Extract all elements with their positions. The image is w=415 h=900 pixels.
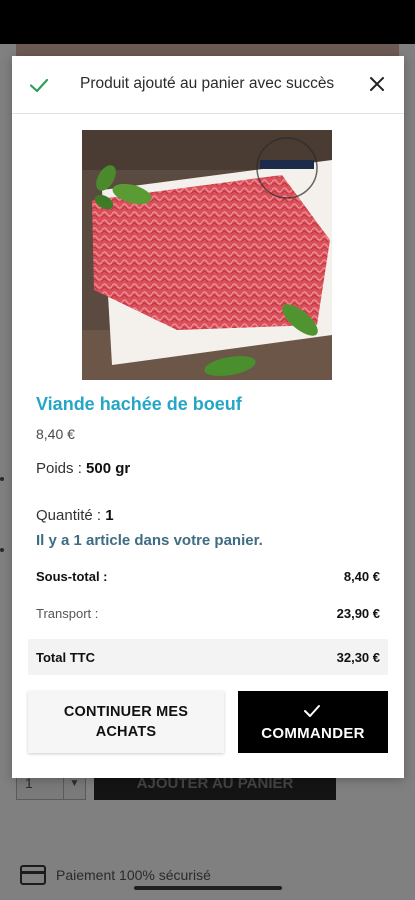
quantity-label: Quantité : <box>36 507 106 524</box>
status-bar <box>0 0 415 44</box>
continue-label-line1: CONTINUER MES <box>63 704 189 720</box>
product-weight: Poids : 500 gr <box>36 460 130 477</box>
quantity-value: 1 <box>105 507 114 524</box>
subtotal-value: 8,40 € <box>343 568 380 584</box>
continue-label-line2: ACHATS <box>95 724 157 740</box>
shipping-row: Transport : 23,90 € <box>28 595 388 631</box>
total-label: Total TTC <box>36 649 95 665</box>
product-price: 8,40 € <box>36 426 75 442</box>
add-to-cart-modal: Produit ajouté au panier avec succès Via… <box>12 56 404 778</box>
checkout-label: COMMANDER <box>261 725 365 742</box>
weight-label: Poids : <box>36 460 87 477</box>
home-indicator <box>134 886 282 890</box>
check-icon <box>29 78 49 93</box>
secure-payment-note: Paiement 100% sécurisé <box>20 862 211 888</box>
subtotal-row: Sous-total : 8,40 € <box>28 558 388 594</box>
weight-value: 500 gr <box>86 460 131 477</box>
background-bullet <box>0 548 4 552</box>
total-value: 32,30 € <box>336 649 380 665</box>
total-row: Total TTC 32,30 € <box>28 639 388 675</box>
subtotal-label: Sous-total : <box>36 568 108 584</box>
product-name: Viande hachée de boeuf <box>36 394 242 414</box>
close-icon[interactable] <box>366 73 388 95</box>
product-quantity: Quantité : 1 <box>36 507 114 524</box>
cart-item-count: Il y a 1 article dans votre panier. <box>36 532 263 549</box>
secure-payment-text: Paiement 100% sécurisé <box>56 867 211 883</box>
modal-header: Produit ajouté au panier avec succès <box>12 56 404 114</box>
success-message: Produit ajouté au panier avec succès <box>80 75 335 92</box>
shipping-label: Transport : <box>36 605 99 621</box>
check-icon <box>304 705 320 717</box>
continue-shopping-button[interactable]: CONTINUER MES ACHATS <box>28 691 224 753</box>
credit-card-icon <box>20 865 46 885</box>
product-image <box>82 130 332 380</box>
shipping-value: 23,90 € <box>336 605 380 621</box>
checkout-button[interactable]: COMMANDER <box>238 691 388 753</box>
background-bullet <box>0 477 4 481</box>
